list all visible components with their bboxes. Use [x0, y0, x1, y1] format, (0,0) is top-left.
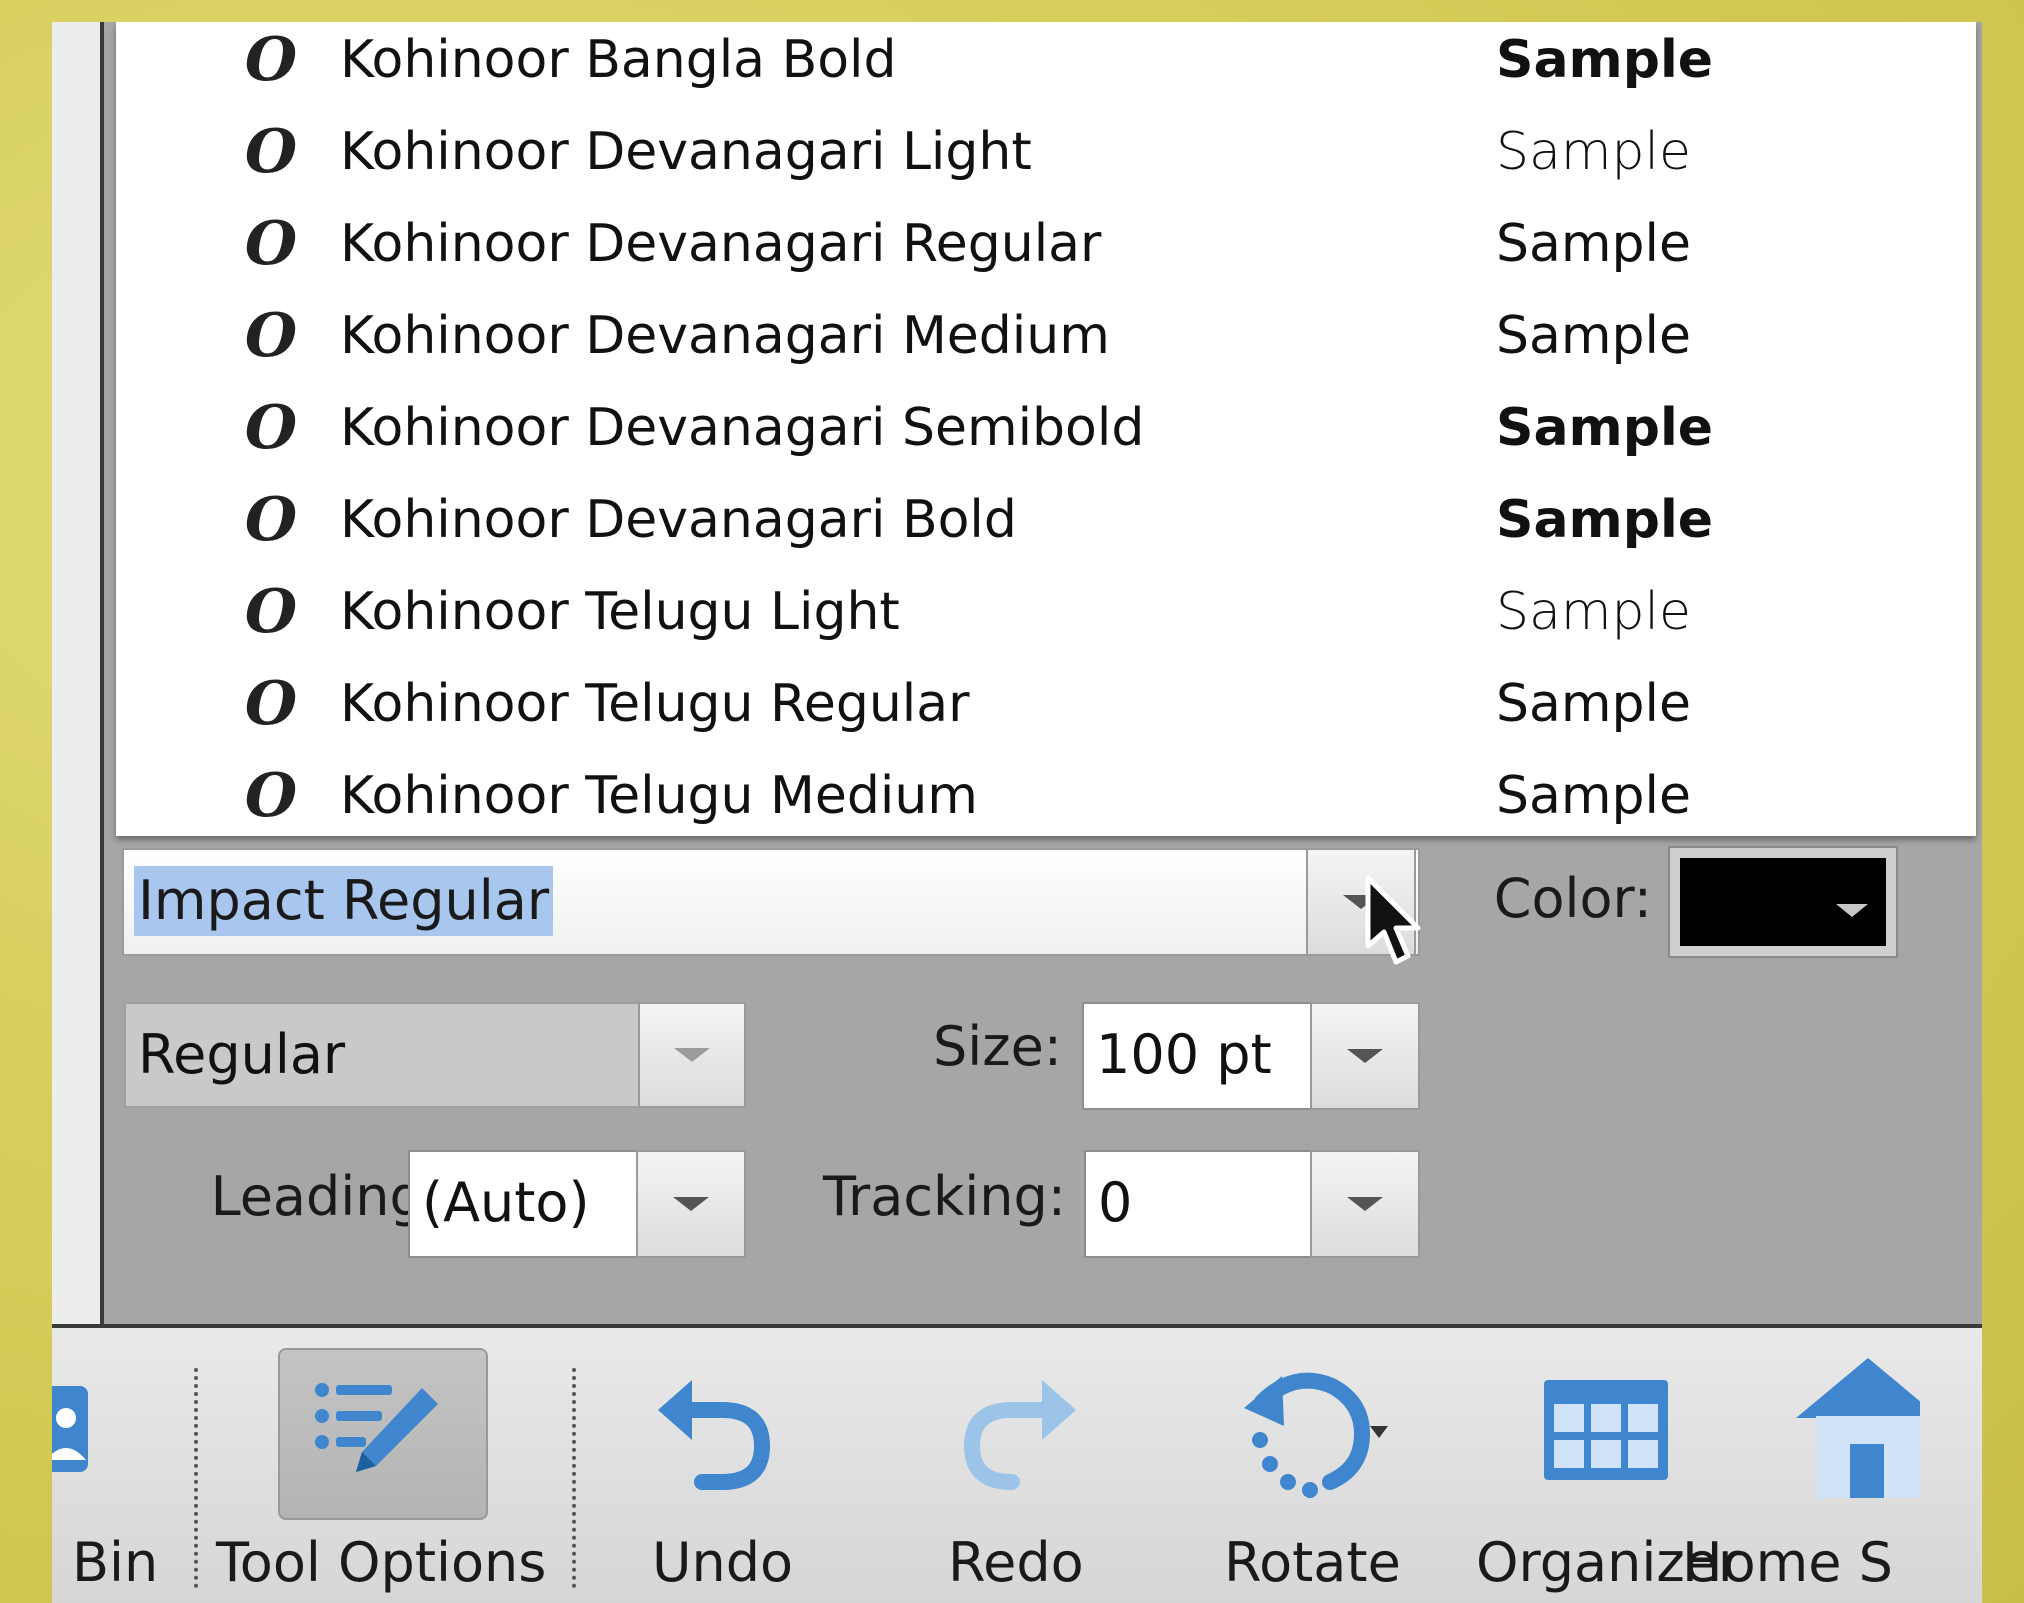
font-sample: Sample — [1496, 490, 1714, 550]
font-style-dropdown-button[interactable] — [638, 1002, 746, 1108]
font-name: Kohinoor Telugu Medium — [340, 766, 978, 826]
font-family-value: Impact Regular — [134, 866, 554, 936]
taskbar-separator — [194, 1368, 198, 1588]
font-style-select[interactable]: Regular — [124, 1002, 640, 1108]
tracking-dropdown-button[interactable] — [1310, 1150, 1420, 1258]
opentype-font-icon: O — [244, 209, 298, 279]
chevron-down-icon — [674, 1048, 710, 1062]
bottom-taskbar: Bin Tool Options Undo Redo Rotate Organi… — [52, 1328, 1982, 1603]
tool-options-label[interactable]: Tool Options — [216, 1528, 546, 1598]
opentype-font-icon: O — [244, 117, 298, 187]
font-sample: Sample — [1496, 582, 1691, 642]
chevron-down-icon — [1347, 1197, 1383, 1211]
font-family-input[interactable]: Impact Regular — [122, 848, 1420, 956]
font-sample: Sample — [1496, 398, 1714, 458]
font-name: Kohinoor Telugu Light — [340, 582, 900, 642]
font-name: Kohinoor Devanagari Medium — [340, 306, 1110, 366]
redo-label[interactable]: Redo — [948, 1528, 1084, 1598]
font-list-item[interactable]: O Kohinoor Telugu Regular Sample — [116, 662, 1976, 754]
home-icon[interactable] — [1790, 1352, 1920, 1502]
opentype-font-icon: O — [244, 393, 298, 463]
rotate-icon[interactable] — [1232, 1356, 1392, 1506]
font-name: Kohinoor Devanagari Regular — [340, 214, 1102, 274]
photo-bin-icon[interactable] — [52, 1378, 94, 1478]
rotate-label[interactable]: Rotate — [1224, 1528, 1401, 1598]
chevron-down-icon — [673, 1197, 709, 1211]
color-picker[interactable] — [1668, 846, 1898, 958]
font-sample: Sample — [1496, 30, 1714, 90]
taskbar-separator — [572, 1368, 576, 1588]
leading-input[interactable]: (Auto) — [408, 1150, 638, 1258]
font-list-item[interactable]: O Kohinoor Telugu Medium Sample — [116, 754, 1976, 846]
opentype-font-icon: O — [244, 577, 298, 647]
chevron-down-icon — [1836, 904, 1868, 917]
font-style-value: Regular — [138, 1023, 346, 1086]
app-window: O Kohinoor Bangla Bold Sample O Kohinoor… — [52, 22, 1982, 1603]
leading-value: (Auto) — [422, 1171, 590, 1234]
font-sample: Sample — [1496, 766, 1691, 826]
font-list-item[interactable]: O Kohinoor Devanagari Medium Sample — [116, 294, 1976, 386]
color-label: Color: — [1493, 867, 1652, 930]
font-family-dropdown-list[interactable]: O Kohinoor Bangla Bold Sample O Kohinoor… — [116, 22, 1976, 836]
font-name: Kohinoor Devanagari Bold — [340, 490, 1017, 550]
opentype-font-icon: O — [244, 761, 298, 831]
home-screen-label[interactable]: Home S — [1682, 1528, 1893, 1598]
opentype-font-icon: O — [244, 669, 298, 739]
font-name: Kohinoor Devanagari Light — [340, 122, 1032, 182]
size-value: 100 pt — [1096, 1023, 1272, 1086]
organizer-icon[interactable] — [1540, 1376, 1672, 1486]
undo-icon[interactable] — [652, 1364, 782, 1494]
opentype-font-icon: O — [244, 25, 298, 95]
size-dropdown-button[interactable] — [1310, 1002, 1420, 1110]
font-sample: Sample — [1496, 306, 1691, 366]
size-input[interactable]: 100 pt — [1082, 1002, 1312, 1110]
tracking-label: Tracking: — [823, 1165, 1066, 1228]
tool-options-icon — [315, 1383, 438, 1472]
leading-label: Leading: — [210, 1165, 442, 1228]
font-list-item[interactable]: O Kohinoor Devanagari Semibold Sample — [116, 386, 1976, 478]
font-list-item[interactable]: O Kohinoor Devanagari Bold Sample — [116, 478, 1976, 570]
undo-label[interactable]: Undo — [652, 1528, 793, 1598]
redo-icon[interactable] — [952, 1364, 1082, 1494]
font-name: Kohinoor Telugu Regular — [340, 674, 970, 734]
tool-options-button[interactable] — [278, 1348, 488, 1520]
font-sample: Sample — [1496, 122, 1691, 182]
font-list-item[interactable]: O Kohinoor Telugu Light Sample — [116, 570, 1976, 662]
font-sample: Sample — [1496, 214, 1691, 274]
photo-bin-label[interactable]: Bin — [72, 1528, 158, 1598]
font-list-item[interactable]: O Kohinoor Devanagari Light Sample — [116, 110, 1976, 202]
left-panel-edge — [52, 22, 104, 1328]
tracking-value: 0 — [1098, 1171, 1133, 1234]
opentype-font-icon: O — [244, 301, 298, 371]
font-sample: Sample — [1496, 674, 1691, 734]
size-label: Size: — [932, 1015, 1062, 1078]
leading-dropdown-button[interactable] — [636, 1150, 746, 1258]
opentype-font-icon: O — [244, 485, 298, 555]
font-list-item[interactable]: O Kohinoor Devanagari Regular Sample — [116, 202, 1976, 294]
chevron-down-icon — [1347, 1049, 1383, 1063]
color-swatch — [1680, 858, 1886, 946]
font-list-item[interactable]: O Kohinoor Bangla Bold Sample — [116, 22, 1976, 110]
tracking-input[interactable]: 0 — [1084, 1150, 1312, 1258]
mouse-cursor-icon — [1365, 875, 1421, 965]
font-name: Kohinoor Bangla Bold — [340, 30, 897, 90]
font-name: Kohinoor Devanagari Semibold — [340, 398, 1145, 458]
